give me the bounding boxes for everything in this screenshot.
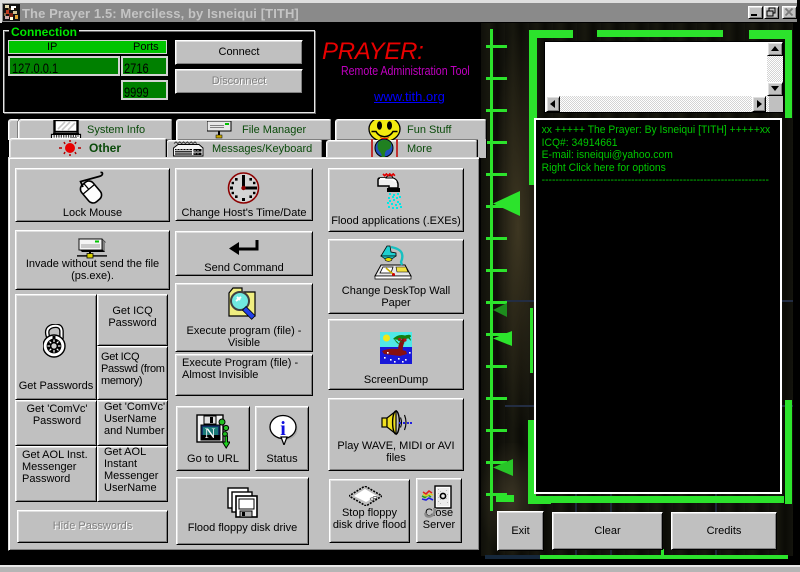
- svg-text:i: i: [280, 418, 286, 440]
- svg-text:N: N: [205, 426, 216, 442]
